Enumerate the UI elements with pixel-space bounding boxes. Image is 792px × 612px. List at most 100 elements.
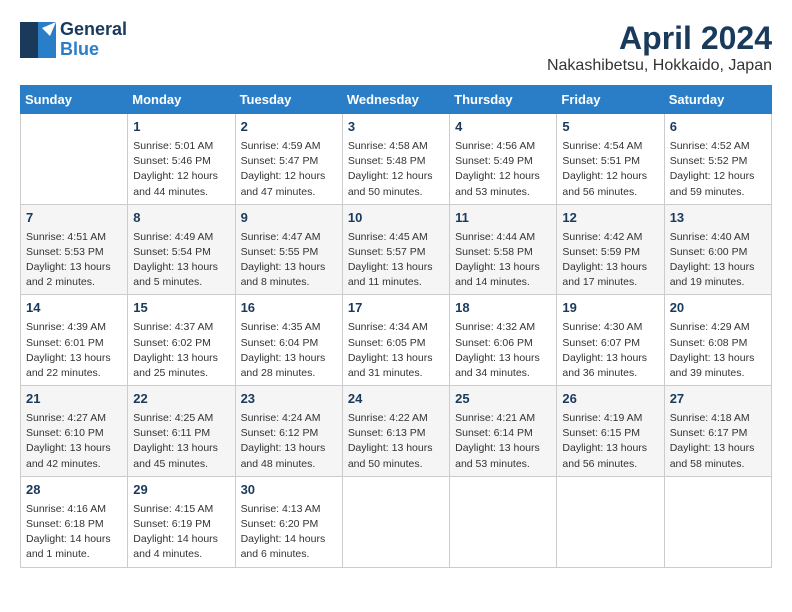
cell-info: Sunrise: 4:54 AM Sunset: 5:51 PM Dayligh… <box>562 139 658 200</box>
cell-info: Sunrise: 4:51 AM Sunset: 5:53 PM Dayligh… <box>26 230 122 291</box>
day-number: 9 <box>241 209 337 228</box>
day-number: 20 <box>670 299 766 318</box>
cell-info: Sunrise: 4:32 AM Sunset: 6:06 PM Dayligh… <box>455 320 551 381</box>
calendar-cell <box>450 476 557 567</box>
title-section: April 2024 Nakashibetsu, Hokkaido, Japan <box>547 20 772 75</box>
calendar-cell: 26Sunrise: 4:19 AM Sunset: 6:15 PM Dayli… <box>557 386 664 477</box>
calendar-cell: 22 Sunrise: 4:25 AM Sunset: 6:11 PM Dayli… <box>128 386 235 477</box>
day-number: 8 <box>133 209 229 228</box>
day-number: 1 <box>133 118 229 137</box>
page-header: General Blue April 2024 Nakashibetsu, Ho… <box>20 20 772 75</box>
calendar-cell: 3 Sunrise: 4:58 AM Sunset: 5:48 PM Daylig… <box>342 114 449 205</box>
calendar-cell: 1 Sunrise: 5:01 AM Sunset: 5:46 PM Daylig… <box>128 114 235 205</box>
day-number: 15 <box>133 299 229 318</box>
cell-info: Sunrise: 4:13 AM Sunset: 6:20 PM Dayligh… <box>241 502 337 563</box>
day-number: 24 <box>348 390 444 409</box>
calendar-cell <box>664 476 771 567</box>
day-number: 17 <box>348 299 444 318</box>
cell-info: Sunrise: 4:25 AM Sunset: 6:11 PM Dayligh… <box>133 411 229 472</box>
cell-info: Sunrise: 4:15 AM Sunset: 6:19 PM Dayligh… <box>133 502 229 563</box>
main-title: April 2024 <box>547 20 772 57</box>
day-number: 11 <box>455 209 551 228</box>
calendar-cell: 24 Sunrise: 4:22 AM Sunset: 6:13 PM Dayli… <box>342 386 449 477</box>
cell-info: Sunrise: 4:59 AM Sunset: 5:47 PM Dayligh… <box>241 139 337 200</box>
day-number: 13 <box>670 209 766 228</box>
calendar-cell: 30 Sunrise: 4:13 AM Sunset: 6:20 PM Dayli… <box>235 476 342 567</box>
calendar-table: SundayMondayTuesdayWednesdayThursdayFrid… <box>20 85 772 568</box>
day-number: 12 <box>562 209 658 228</box>
cell-info: Sunrise: 4:24 AM Sunset: 6:12 PM Dayligh… <box>241 411 337 472</box>
day-number: 6 <box>670 118 766 137</box>
calendar-cell: 8 Sunrise: 4:49 AM Sunset: 5:54 PM Daylig… <box>128 204 235 295</box>
cell-info: Sunrise: 4:16 AM Sunset: 6:18 PM Dayligh… <box>26 502 122 563</box>
cell-info: Sunrise: 4:19 AM Sunset: 6:15 PM Dayligh… <box>562 411 658 472</box>
day-number: 5 <box>562 118 658 137</box>
cell-info: Sunrise: 4:27 AM Sunset: 6:10 PM Dayligh… <box>26 411 122 472</box>
calendar-cell: 2Sunrise: 4:59 AM Sunset: 5:47 PM Daylig… <box>235 114 342 205</box>
cell-info: Sunrise: 4:29 AM Sunset: 6:08 PM Dayligh… <box>670 320 766 381</box>
logo-line1: General <box>60 20 127 40</box>
cell-info: Sunrise: 4:30 AM Sunset: 6:07 PM Dayligh… <box>562 320 658 381</box>
cell-info: Sunrise: 5:01 AM Sunset: 5:46 PM Dayligh… <box>133 139 229 200</box>
cell-info: Sunrise: 4:52 AM Sunset: 5:52 PM Dayligh… <box>670 139 766 200</box>
day-number: 28 <box>26 481 122 500</box>
calendar-cell: 13 Sunrise: 4:40 AM Sunset: 6:00 PM Dayli… <box>664 204 771 295</box>
cell-info: Sunrise: 4:39 AM Sunset: 6:01 PM Dayligh… <box>26 320 122 381</box>
cell-info: Sunrise: 4:58 AM Sunset: 5:48 PM Dayligh… <box>348 139 444 200</box>
day-number: 4 <box>455 118 551 137</box>
day-number: 27 <box>670 390 766 409</box>
calendar-cell: 12 Sunrise: 4:42 AM Sunset: 5:59 PM Dayli… <box>557 204 664 295</box>
day-number: 19 <box>562 299 658 318</box>
cell-info: Sunrise: 4:34 AM Sunset: 6:05 PM Dayligh… <box>348 320 444 381</box>
subtitle: Nakashibetsu, Hokkaido, Japan <box>547 57 772 75</box>
calendar-cell: 19 Sunrise: 4:30 AM Sunset: 6:07 PM Dayli… <box>557 295 664 386</box>
day-header-tuesday: Tuesday <box>235 86 342 114</box>
calendar-cell: 15 Sunrise: 4:37 AM Sunset: 6:02 PM Dayli… <box>128 295 235 386</box>
cell-info: Sunrise: 4:47 AM Sunset: 5:55 PM Dayligh… <box>241 230 337 291</box>
calendar-cell: 20 Sunrise: 4:29 AM Sunset: 6:08 PM Dayli… <box>664 295 771 386</box>
calendar-cell: 16 Sunrise: 4:35 AM Sunset: 6:04 PM Dayli… <box>235 295 342 386</box>
day-number: 29 <box>133 481 229 500</box>
day-header-sunday: Sunday <box>21 86 128 114</box>
calendar-cell <box>21 114 128 205</box>
calendar-cell: 11 Sunrise: 4:44 AM Sunset: 5:58 PM Dayli… <box>450 204 557 295</box>
cell-info: Sunrise: 4:49 AM Sunset: 5:54 PM Dayligh… <box>133 230 229 291</box>
calendar-cell: 4 Sunrise: 4:56 AM Sunset: 5:49 PM Daylig… <box>450 114 557 205</box>
calendar-cell: 6 Sunrise: 4:52 AM Sunset: 5:52 PM Daylig… <box>664 114 771 205</box>
day-number: 30 <box>241 481 337 500</box>
cell-info: Sunrise: 4:37 AM Sunset: 6:02 PM Dayligh… <box>133 320 229 381</box>
calendar-cell: 27 Sunrise: 4:18 AM Sunset: 6:17 PM Dayli… <box>664 386 771 477</box>
logo-line2: Blue <box>60 40 127 60</box>
cell-info: Sunrise: 4:22 AM Sunset: 6:13 PM Dayligh… <box>348 411 444 472</box>
day-number: 23 <box>241 390 337 409</box>
day-header-saturday: Saturday <box>664 86 771 114</box>
cell-info: Sunrise: 4:45 AM Sunset: 5:57 PM Dayligh… <box>348 230 444 291</box>
day-number: 25 <box>455 390 551 409</box>
day-number: 22 <box>133 390 229 409</box>
day-number: 3 <box>348 118 444 137</box>
cell-info: Sunrise: 4:40 AM Sunset: 6:00 PM Dayligh… <box>670 230 766 291</box>
calendar-cell: 23 Sunrise: 4:24 AM Sunset: 6:12 PM Dayli… <box>235 386 342 477</box>
calendar-cell <box>342 476 449 567</box>
cell-info: Sunrise: 4:21 AM Sunset: 6:14 PM Dayligh… <box>455 411 551 472</box>
day-number: 16 <box>241 299 337 318</box>
day-number: 18 <box>455 299 551 318</box>
day-number: 14 <box>26 299 122 318</box>
cell-info: Sunrise: 4:42 AM Sunset: 5:59 PM Dayligh… <box>562 230 658 291</box>
calendar-cell: 9 Sunrise: 4:47 AM Sunset: 5:55 PM Daylig… <box>235 204 342 295</box>
cell-info: Sunrise: 4:35 AM Sunset: 6:04 PM Dayligh… <box>241 320 337 381</box>
logo: General Blue <box>20 20 127 60</box>
cell-info: Sunrise: 4:44 AM Sunset: 5:58 PM Dayligh… <box>455 230 551 291</box>
day-header-monday: Monday <box>128 86 235 114</box>
cell-info: Sunrise: 4:56 AM Sunset: 5:49 PM Dayligh… <box>455 139 551 200</box>
cell-info: Sunrise: 4:18 AM Sunset: 6:17 PM Dayligh… <box>670 411 766 472</box>
calendar-cell: 29 Sunrise: 4:15 AM Sunset: 6:19 PM Dayli… <box>128 476 235 567</box>
calendar-cell: 28 Sunrise: 4:16 AM Sunset: 6:18 PM Dayli… <box>21 476 128 567</box>
calendar-cell: 25 Sunrise: 4:21 AM Sunset: 6:14 PM Dayli… <box>450 386 557 477</box>
calendar-cell: 21Sunrise: 4:27 AM Sunset: 6:10 PM Dayli… <box>21 386 128 477</box>
calendar-cell: 10Sunrise: 4:45 AM Sunset: 5:57 PM Dayli… <box>342 204 449 295</box>
calendar-cell: 18 Sunrise: 4:32 AM Sunset: 6:06 PM Dayli… <box>450 295 557 386</box>
day-header-thursday: Thursday <box>450 86 557 114</box>
day-header-friday: Friday <box>557 86 664 114</box>
calendar-cell <box>557 476 664 567</box>
